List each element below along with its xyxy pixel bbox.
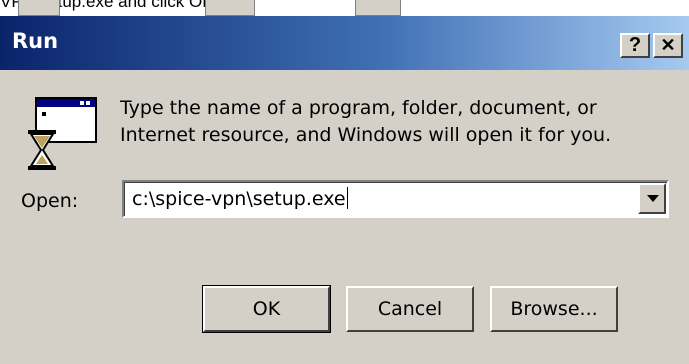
open-input[interactable]: c:\spice-vpn\setup.exe [132,187,348,210]
caption-highlight-box [205,0,255,16]
open-combobox[interactable]: c:\spice-vpn\setup.exe [122,180,669,218]
instruction-text: Type the name of a program, folder, docu… [120,95,680,149]
caption-highlight-box [355,0,401,16]
run-program-icon [24,96,104,172]
dropdown-arrow-icon[interactable] [638,183,666,214]
browse-button[interactable]: Browse... [490,286,618,332]
cancel-button[interactable]: Cancel [346,286,474,332]
background-page-strip: VPN\setup.exe and click OK. [0,0,689,16]
text-caret [346,187,348,209]
open-input-value: c:\spice-vpn\setup.exe [132,188,346,210]
close-button[interactable]: ✕ [653,33,683,58]
open-label: Open: [21,190,79,212]
caption-highlight-box [18,0,60,16]
ok-button[interactable]: OK [202,285,331,333]
help-button[interactable]: ? [620,33,650,58]
dialog-title: Run [12,29,59,53]
dialog-titlebar[interactable]: Run ? ✕ [0,16,689,70]
instruction-line-1: Type the name of a program, folder, docu… [120,97,597,119]
instruction-line-2: Internet resource, and Windows will open… [120,124,612,146]
